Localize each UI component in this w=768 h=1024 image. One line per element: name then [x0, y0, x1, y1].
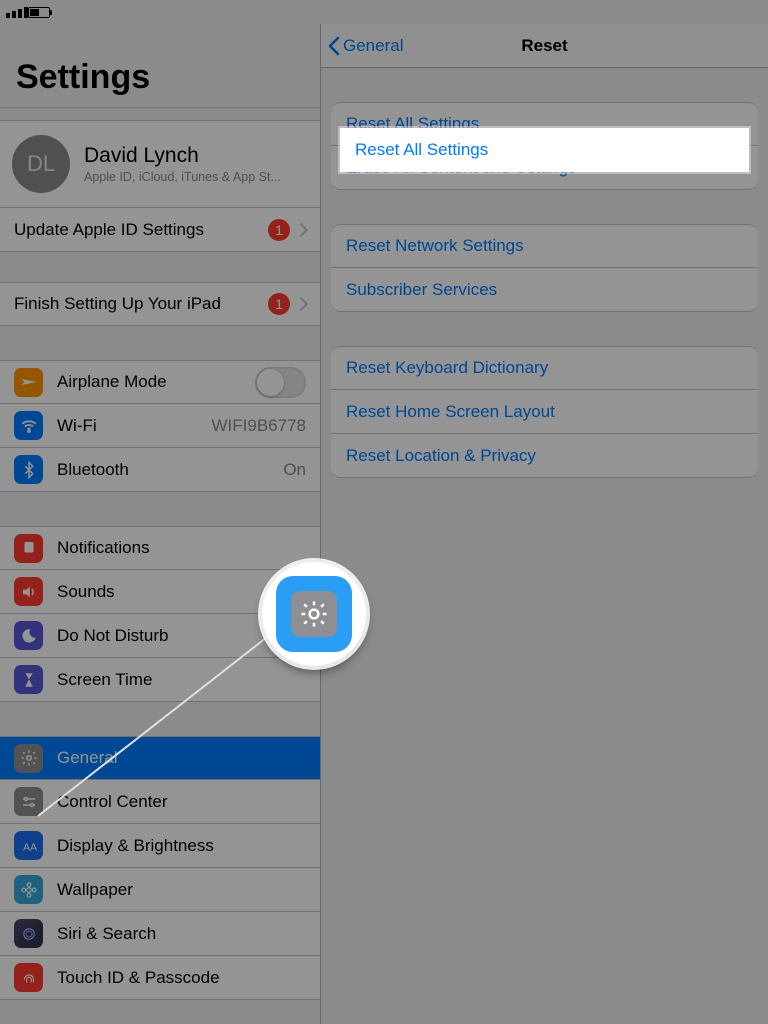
- profile-name: David Lynch: [84, 144, 281, 168]
- reset-location-row[interactable]: Reset Location & Privacy: [331, 434, 758, 478]
- row-label: Reset Network Settings: [346, 236, 524, 256]
- row-label: Touch ID & Passcode: [57, 968, 306, 988]
- finish-setup-row[interactable]: Finish Setting Up Your iPad 1: [0, 282, 320, 326]
- signal-bars-icon: [6, 7, 28, 18]
- status-bar: [0, 0, 768, 24]
- touchid-row[interactable]: Touch ID & Passcode: [0, 956, 320, 1000]
- subscriber-services-row[interactable]: Subscriber Services: [331, 268, 758, 312]
- back-button[interactable]: General: [327, 24, 403, 67]
- device-frame: Settings DL David Lynch Apple ID, iCloud…: [0, 0, 768, 1024]
- moon-icon: [14, 621, 43, 650]
- row-label: Control Center: [57, 792, 306, 812]
- row-label: Screen Time: [57, 670, 306, 690]
- fingerprint-icon: [14, 963, 43, 992]
- airplane-toggle[interactable]: [255, 367, 306, 398]
- screentime-row[interactable]: Screen Time: [0, 658, 320, 702]
- row-label: Reset All Settings: [355, 140, 488, 160]
- wifi-network-value: WIFI9B6778: [212, 416, 307, 436]
- general-row[interactable]: General: [0, 736, 320, 780]
- row-label: Finish Setting Up Your iPad: [14, 294, 260, 314]
- gear-icon: [291, 591, 337, 637]
- row-label: Wallpaper: [57, 880, 306, 900]
- detail-title: Reset: [521, 36, 567, 56]
- reset-homescreen-row[interactable]: Reset Home Screen Layout: [331, 390, 758, 434]
- row-label: Reset Home Screen Layout: [346, 402, 555, 422]
- row-label: Airplane Mode: [57, 372, 255, 392]
- display-row[interactable]: AA Display & Brightness: [0, 824, 320, 868]
- notifications-row[interactable]: Notifications: [0, 526, 320, 570]
- wifi-icon: [14, 411, 43, 440]
- svg-text:AA: AA: [23, 841, 37, 853]
- avatar: DL: [12, 135, 70, 193]
- row-label: Bluetooth: [57, 460, 283, 480]
- sounds-icon: [14, 577, 43, 606]
- apple-id-profile-row[interactable]: DL David Lynch Apple ID, iCloud, iTunes …: [0, 120, 320, 208]
- wifi-row[interactable]: Wi-Fi WIFI9B6778: [0, 404, 320, 448]
- back-label: General: [343, 36, 403, 56]
- badge: 1: [268, 219, 290, 241]
- reset-network-row[interactable]: Reset Network Settings: [331, 224, 758, 268]
- row-label: Update Apple ID Settings: [14, 220, 260, 240]
- highlighted-row-reset-all[interactable]: Reset All Settings: [340, 128, 749, 172]
- battery-icon: [28, 7, 50, 18]
- airplane-icon: [14, 368, 43, 397]
- sliders-icon: [14, 787, 43, 816]
- row-label: General: [57, 748, 306, 768]
- callout-circle: [262, 562, 366, 666]
- chevron-right-icon: [294, 297, 308, 311]
- airplane-mode-row[interactable]: Airplane Mode: [0, 360, 320, 404]
- bluetooth-row[interactable]: Bluetooth On: [0, 448, 320, 492]
- wallpaper-row[interactable]: Wallpaper: [0, 868, 320, 912]
- settings-detail-pane: General Reset Reset All Settings Erase A…: [321, 24, 768, 1024]
- reset-keyboard-row[interactable]: Reset Keyboard Dictionary: [331, 346, 758, 390]
- badge: 1: [268, 293, 290, 315]
- notifications-icon: [14, 534, 43, 563]
- row-label: Wi-Fi: [57, 416, 212, 436]
- siri-icon: [14, 919, 43, 948]
- profile-subtitle: Apple ID, iCloud, iTunes & App St...: [84, 170, 281, 184]
- chevron-right-icon: [294, 222, 308, 236]
- update-apple-id-row[interactable]: Update Apple ID Settings 1: [0, 208, 320, 252]
- row-label: Siri & Search: [57, 924, 306, 944]
- control-center-row[interactable]: Control Center: [0, 780, 320, 824]
- page-title: Settings: [0, 24, 320, 107]
- flower-icon: [14, 875, 43, 904]
- row-label: Reset Location & Privacy: [346, 446, 536, 466]
- detail-navbar: General Reset: [321, 24, 768, 68]
- settings-master-pane: Settings DL David Lynch Apple ID, iCloud…: [0, 24, 321, 1024]
- row-label: Display & Brightness: [57, 836, 306, 856]
- row-label: Notifications: [57, 538, 306, 558]
- text-size-icon: AA: [14, 831, 43, 860]
- row-label: Reset Keyboard Dictionary: [346, 358, 548, 378]
- bluetooth-value: On: [283, 460, 306, 480]
- bluetooth-icon: [14, 455, 43, 484]
- gear-icon: [14, 744, 43, 773]
- row-label: Subscriber Services: [346, 280, 497, 300]
- hourglass-icon: [14, 665, 43, 694]
- siri-row[interactable]: Siri & Search: [0, 912, 320, 956]
